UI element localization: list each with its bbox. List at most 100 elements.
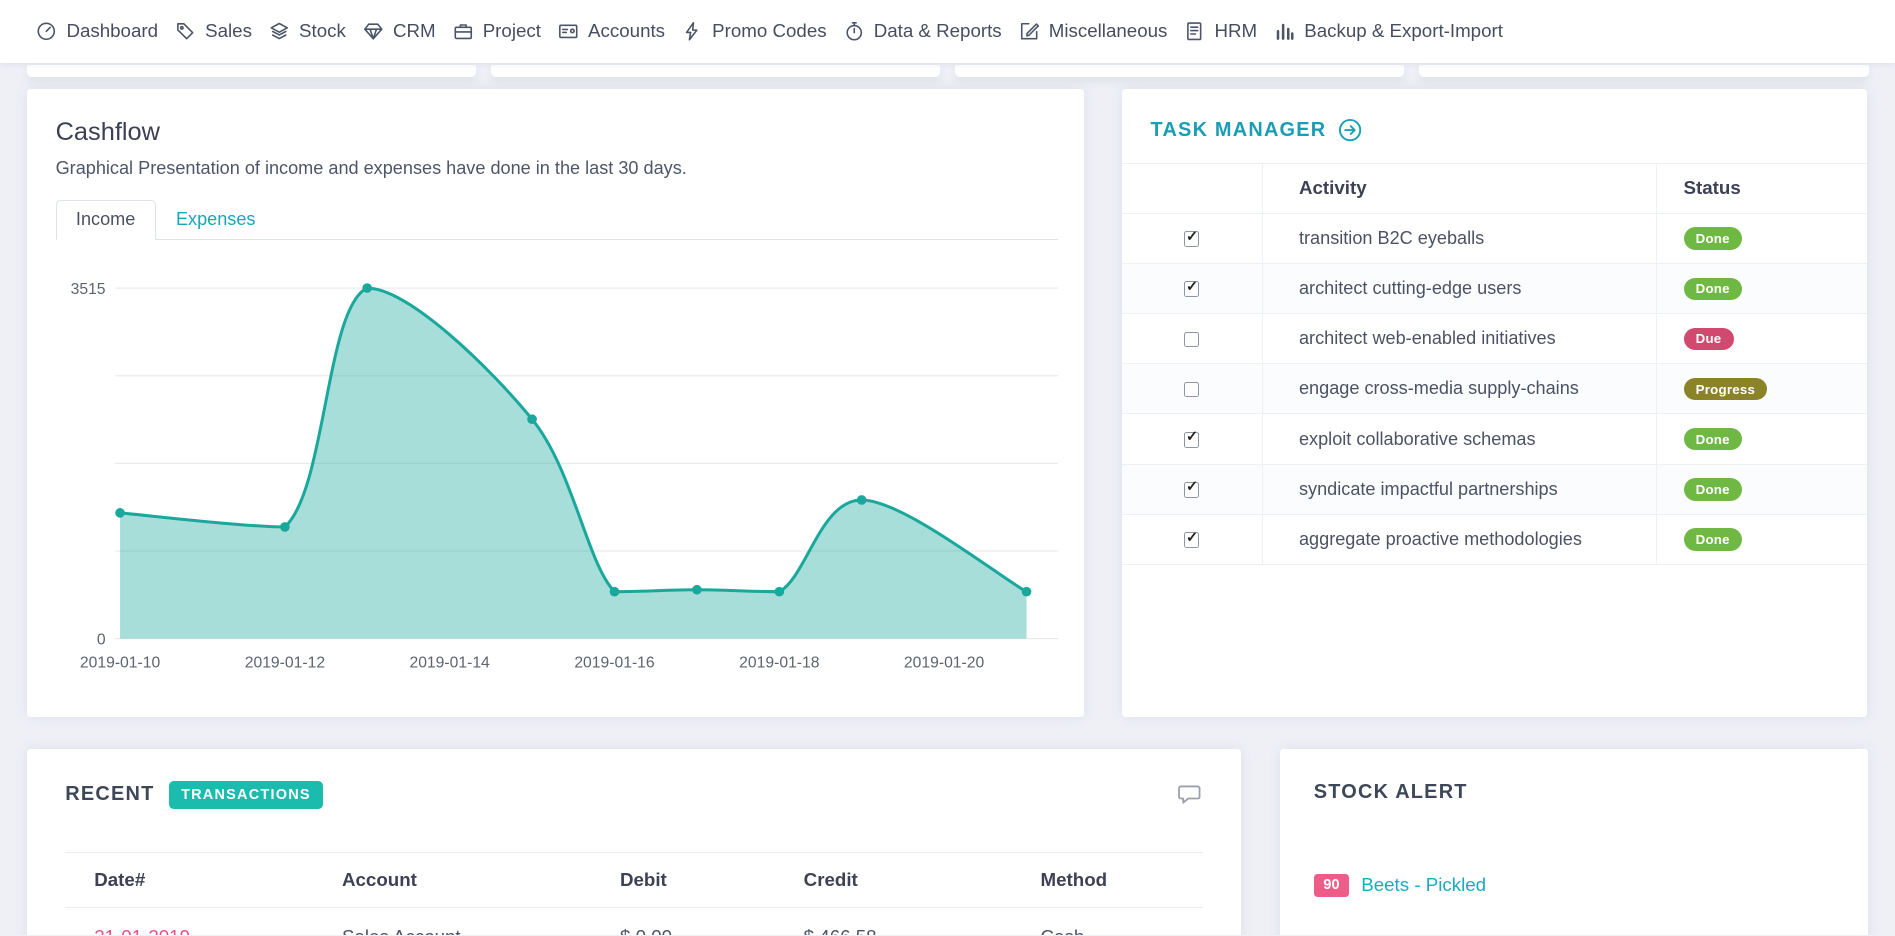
sales-tag-icon [175, 21, 196, 42]
svg-text:2019-01-18: 2019-01-18 [739, 654, 820, 671]
nav-item-sales[interactable]: Sales [175, 20, 252, 42]
cashflow-title: Cashflow [56, 118, 1058, 147]
stock-alert-title: STOCK ALERT [1314, 781, 1835, 804]
task-row: architect web-enabled initiatives Due [1122, 314, 1868, 364]
transactions-header-row: Date# Account Debit Credit Method [65, 853, 1202, 907]
col-debit: Debit [591, 853, 775, 907]
cashflow-tabs: Income Expenses [56, 200, 1058, 240]
nav-item-backup-export-import[interactable]: Backup & Export-Import [1274, 20, 1503, 42]
nav-item-label: Miscellaneous [1049, 20, 1168, 42]
task-header-status: Status [1656, 164, 1867, 214]
task-checkbox[interactable] [1184, 482, 1200, 498]
task-row: syndicate impactful partnerships Done [1122, 464, 1868, 514]
nav-item-label: Dashboard [66, 20, 158, 42]
arrow-right-circle-icon [1338, 129, 1362, 147]
nav-item-promo-codes[interactable]: Promo Codes [682, 20, 827, 42]
svg-text:2019-01-16: 2019-01-16 [574, 654, 655, 671]
task-activity: exploit collaborative schemas [1262, 414, 1656, 464]
stat-card-stubs [27, 65, 1869, 77]
task-manager-title: TASK MANAGER [1151, 119, 1327, 142]
svg-text:2019-01-10: 2019-01-10 [79, 654, 160, 671]
task-manager-card: TASK MANAGER Activity Status [1122, 89, 1868, 716]
task-table-header-row: Activity Status [1122, 164, 1868, 214]
task-row: transition B2C eyeballs Done [1122, 213, 1868, 263]
project-briefcase-icon [453, 21, 474, 42]
nav-item-label: Project [483, 20, 541, 42]
transaction-debit: $ 0.00 [591, 907, 775, 935]
transaction-method: Cash [1012, 907, 1203, 935]
status-badge: Done [1684, 278, 1742, 300]
task-checkbox[interactable] [1184, 332, 1200, 348]
status-badge: Done [1684, 428, 1742, 450]
nav-item-dashboard[interactable]: Dashboard [36, 20, 158, 42]
task-header-checkbox [1122, 164, 1263, 214]
recent-transactions-title: RECENT TRANSACTIONS [65, 781, 323, 809]
hrm-file-icon [1184, 21, 1205, 42]
task-activity: architect web-enabled initiatives [1262, 314, 1656, 364]
task-row: exploit collaborative schemas Done [1122, 414, 1868, 464]
nav-item-crm[interactable]: CRM [363, 20, 436, 42]
promo-bolt-icon [682, 21, 703, 42]
stock-alert-item: 90 Beets - Pickled [1314, 874, 1835, 897]
accounts-card-icon [558, 21, 579, 42]
col-credit: Credit [775, 853, 1012, 907]
task-activity: engage cross-media supply-chains [1262, 364, 1656, 414]
nav-item-hrm[interactable]: HRM [1184, 20, 1257, 42]
stock-layers-icon [269, 21, 290, 42]
task-checkbox[interactable] [1184, 382, 1200, 398]
task-activity: aggregate proactive methodologies [1262, 514, 1656, 564]
reports-timer-icon [844, 21, 865, 42]
transaction-row: 21-01-2019 Sales Account $ 0.00 $ 466.58… [65, 907, 1202, 935]
main-content: Cashflow Graphical Presentation of incom… [0, 65, 1895, 935]
task-row: engage cross-media supply-chains Progres… [1122, 364, 1868, 414]
task-checkbox[interactable] [1184, 532, 1200, 548]
transaction-date-link[interactable]: 21-01-2019 [94, 926, 190, 936]
nav-item-label: CRM [393, 20, 436, 42]
tab-expenses[interactable]: Expenses [156, 200, 276, 240]
backup-chart-icon [1274, 21, 1295, 42]
task-activity: transition B2C eyeballs [1262, 213, 1656, 263]
nav-item-label: HRM [1214, 20, 1257, 42]
task-header-activity: Activity [1262, 164, 1656, 214]
crm-gem-icon [363, 21, 384, 42]
cashflow-area-chart: 351502019-01-102019-01-122019-01-142019-… [56, 247, 1058, 672]
task-activity: syndicate impactful partnerships [1262, 464, 1656, 514]
transactions-badge: TRANSACTIONS [169, 781, 323, 809]
nav-item-miscellaneous[interactable]: Miscellaneous [1019, 20, 1168, 42]
comments-button[interactable] [1176, 781, 1203, 808]
nav-item-label: Data & Reports [874, 20, 1002, 42]
task-checkbox[interactable] [1184, 432, 1200, 448]
col-date: Date# [65, 853, 313, 907]
nav-item-accounts[interactable]: Accounts [558, 20, 665, 42]
nav-item-project[interactable]: Project [453, 20, 541, 42]
recent-label: RECENT [65, 783, 154, 806]
card-stub [491, 65, 941, 77]
card-stub [955, 65, 1405, 77]
stock-item-link[interactable]: Beets - Pickled [1361, 874, 1486, 896]
status-badge: Done [1684, 528, 1742, 550]
stock-alert-card: STOCK ALERT 90 Beets - Pickled [1280, 749, 1869, 935]
nav-item-label: Stock [299, 20, 346, 42]
task-table: Activity Status transition B2C eyeballs … [1122, 163, 1868, 565]
dashboard-icon [36, 21, 57, 42]
task-checkbox[interactable] [1184, 281, 1200, 297]
comment-bubble-icon [1176, 793, 1203, 811]
misc-edit-icon [1019, 21, 1040, 42]
task-row: architect cutting-edge users Done [1122, 263, 1868, 313]
nav-item-stock[interactable]: Stock [269, 20, 346, 42]
nav-item-label: Sales [205, 20, 252, 42]
nav-item-data-reports[interactable]: Data & Reports [844, 20, 1002, 42]
cashflow-subtitle: Graphical Presentation of income and exp… [56, 158, 1058, 179]
status-badge: Done [1684, 227, 1742, 249]
task-checkbox[interactable] [1184, 231, 1200, 247]
dashboard-page: Dashboard Sales Stock CRM Project Accoun… [0, 0, 1895, 935]
svg-text:2019-01-20: 2019-01-20 [903, 654, 984, 671]
top-navbar: Dashboard Sales Stock CRM Project Accoun… [0, 0, 1895, 63]
svg-text:0: 0 [96, 631, 105, 648]
svg-text:2019-01-14: 2019-01-14 [409, 654, 490, 671]
tab-income[interactable]: Income [56, 200, 156, 240]
card-stub [1419, 65, 1869, 77]
svg-text:2019-01-12: 2019-01-12 [244, 654, 324, 671]
transaction-account: Sales Account [313, 907, 591, 935]
task-manager-link-button[interactable] [1338, 118, 1362, 142]
